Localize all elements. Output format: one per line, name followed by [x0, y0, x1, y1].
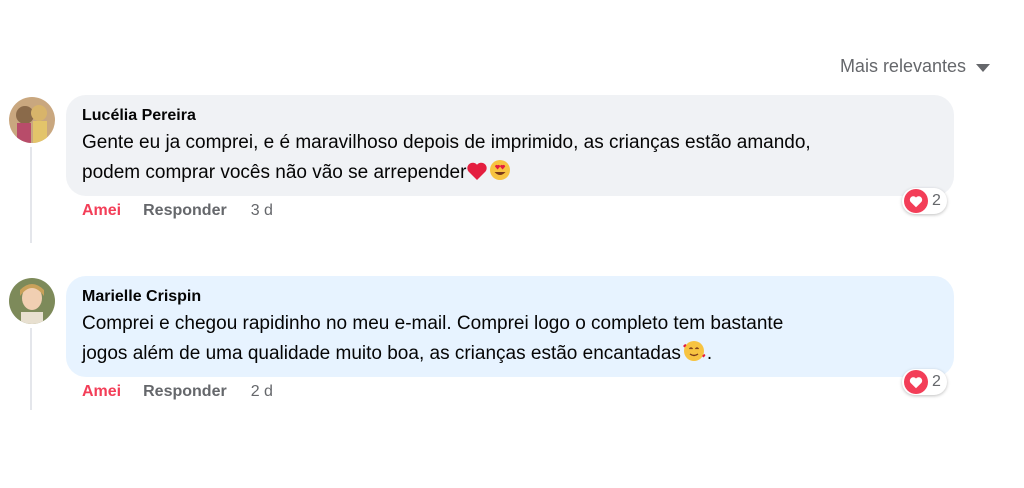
love-button[interactable]: Amei — [82, 202, 121, 220]
avatar[interactable] — [9, 278, 55, 324]
reaction-summary[interactable]: 2 — [902, 188, 947, 214]
comment-timestamp[interactable]: 2 d — [251, 383, 273, 401]
sort-dropdown[interactable]: Mais relevantes — [840, 56, 990, 77]
heart-eyes-emoji-icon — [488, 159, 512, 191]
thread-line — [30, 328, 32, 410]
comment-text: Gente eu ja comprei, e é maravilhoso dep… — [82, 128, 938, 191]
reply-button[interactable]: Responder — [143, 383, 227, 401]
love-button[interactable]: Amei — [82, 383, 121, 401]
comment-actions: Amei Responder 3 d — [82, 202, 273, 220]
sort-label: Mais relevantes — [839, 56, 966, 76]
comment-author[interactable]: Marielle Crispin — [82, 287, 938, 307]
comment-timestamp[interactable]: 3 d — [251, 202, 273, 220]
heart-icon — [904, 370, 928, 394]
smiling-face-with-hearts-emoji-icon — [681, 340, 707, 372]
reaction-count: 2 — [932, 373, 941, 390]
heart-icon — [466, 161, 488, 191]
chevron-down-icon — [976, 63, 990, 72]
reaction-count: 2 — [932, 192, 941, 209]
reply-button[interactable]: Responder — [143, 202, 227, 220]
avatar[interactable] — [9, 97, 55, 143]
comment-text-line: Gente eu ja comprei, e é maravilhoso dep… — [82, 132, 811, 153]
comment-text-line-2: podem comprar vocês não vão se arrepende… — [82, 158, 938, 191]
comment-text: Comprei e chegou rapidinho no meu e-mail… — [82, 309, 938, 372]
heart-icon — [904, 189, 928, 213]
comment-author[interactable]: Lucélia Pereira — [82, 106, 938, 126]
comment-text-line: Comprei e chegou rapidinho no meu e-mail… — [82, 313, 784, 334]
comment-text-line-2: jogos além de uma qualidade muito boa, a… — [82, 339, 938, 372]
comment-text-line: podem comprar vocês não vão se arrepende… — [82, 162, 467, 183]
thread-line — [30, 147, 32, 243]
reaction-summary[interactable]: 2 — [902, 369, 947, 395]
comment-actions: Amei Responder 2 d — [82, 383, 273, 401]
comment-bubble: Marielle Crispin Comprei e chegou rapidi… — [66, 276, 954, 377]
comment-text-line: . — [706, 343, 713, 364]
comment-text-line: jogos além de uma qualidade muito boa, a… — [82, 343, 681, 364]
comment-bubble: Lucélia Pereira Gente eu ja comprei, e é… — [66, 95, 954, 196]
